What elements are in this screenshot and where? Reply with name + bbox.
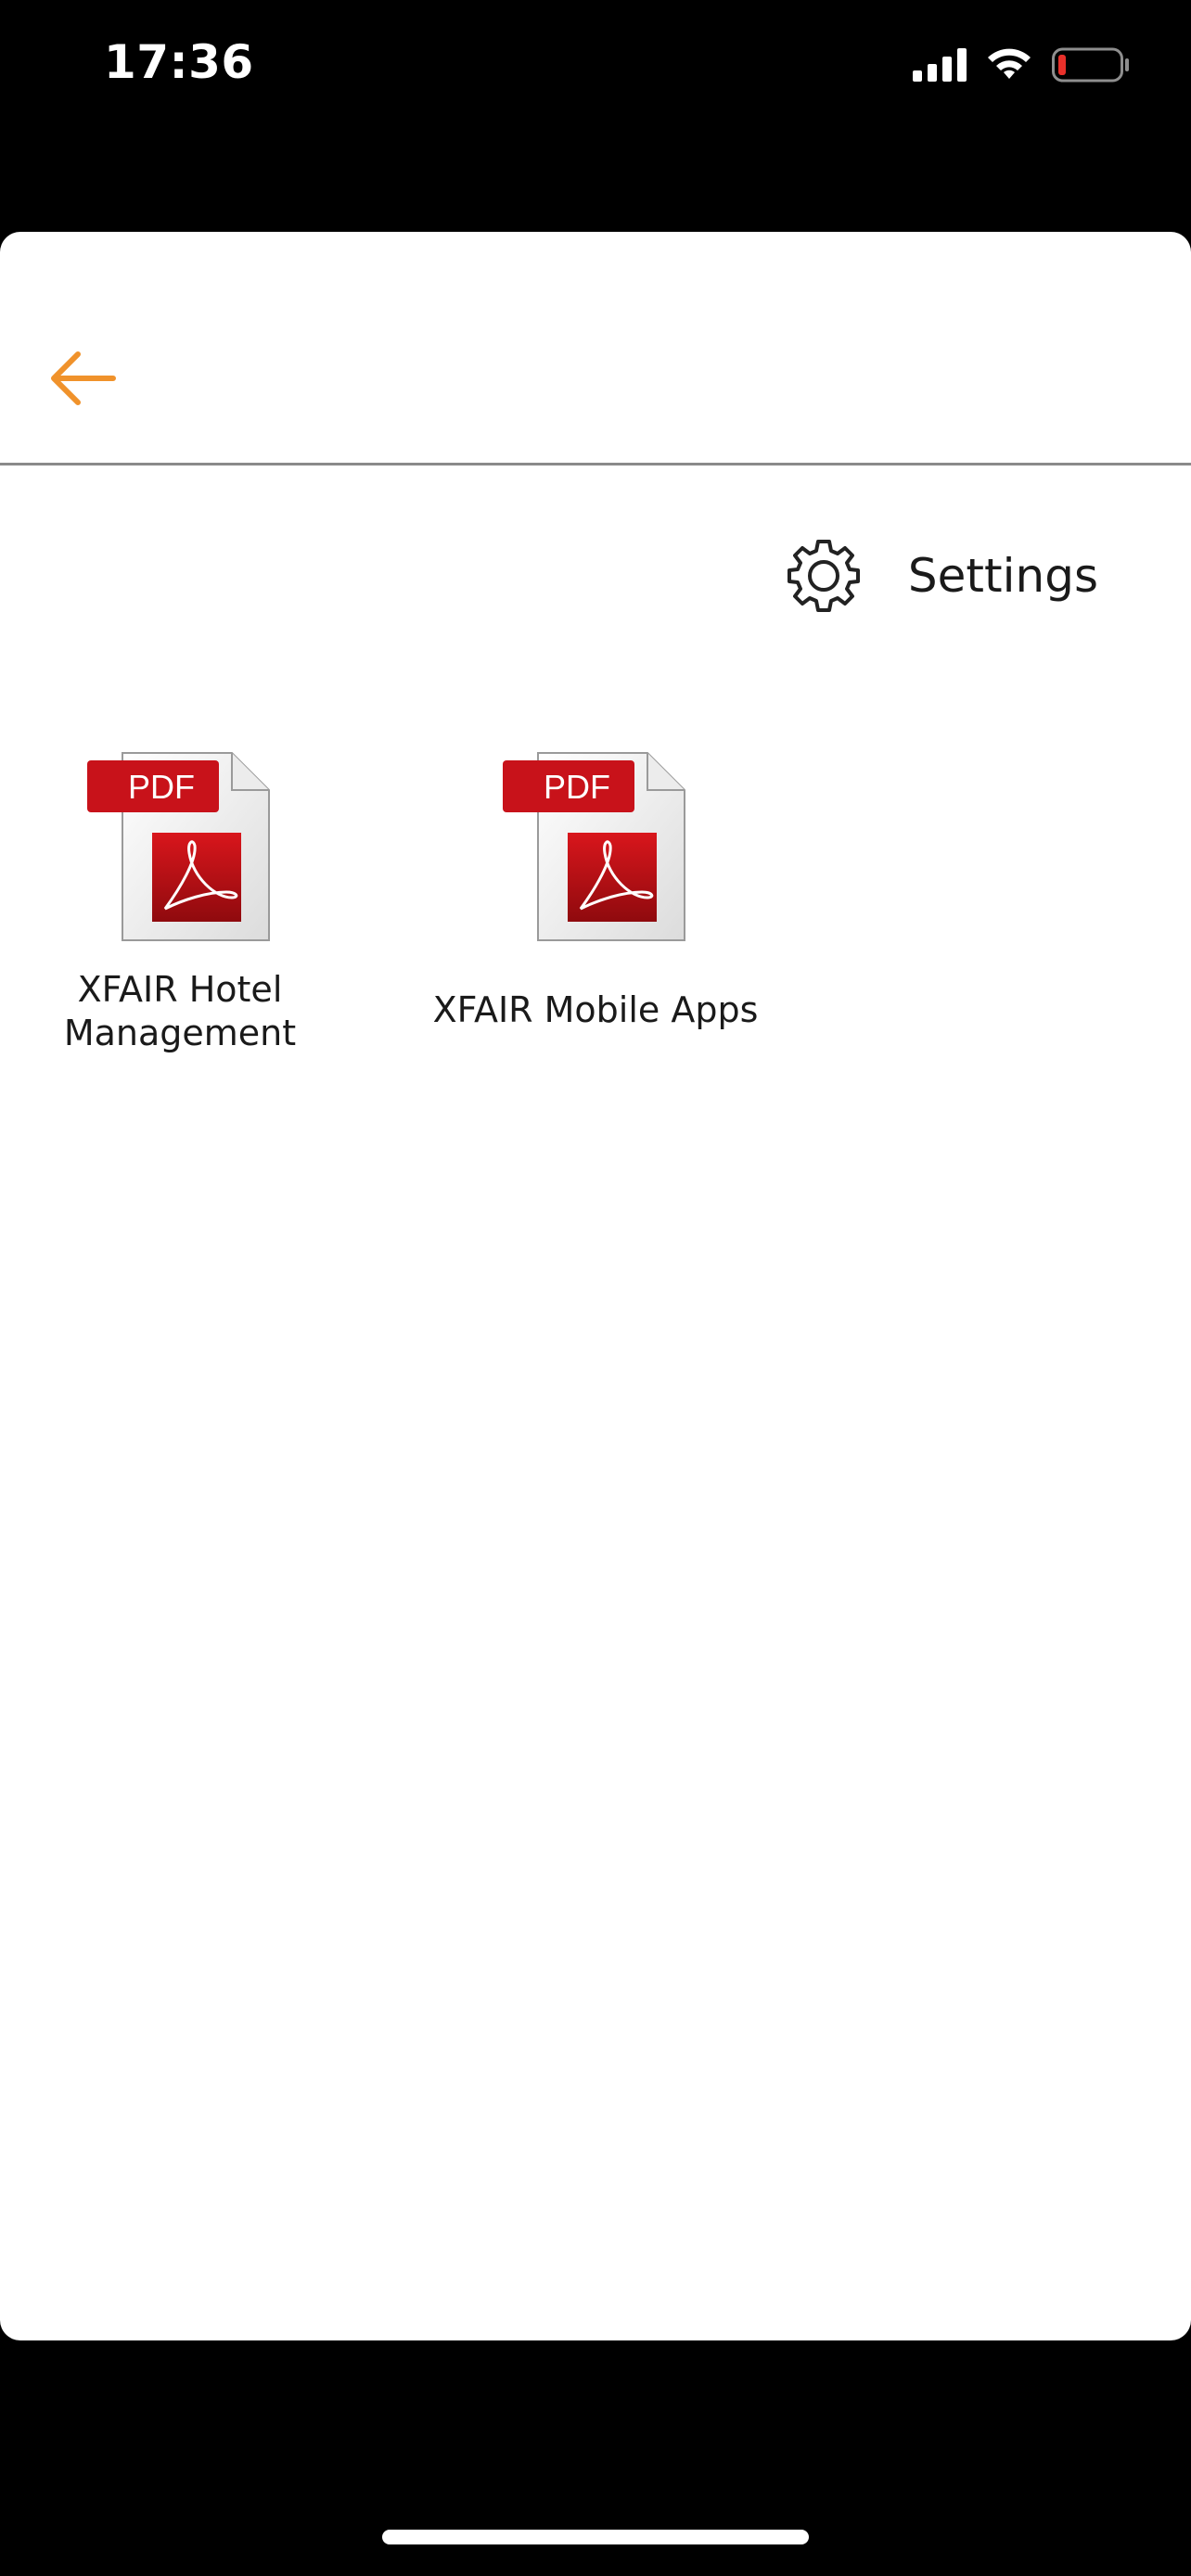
pdf-file-icon: PDF [87, 749, 273, 944]
pdf-file-icon: PDF [503, 749, 688, 944]
battery-low-icon [1052, 47, 1129, 83]
main-sheet: Settings PDF XFAIR Hotel Management PDF … [0, 232, 1191, 2340]
file-name-line-1: XFAIR Hotel [77, 969, 283, 1010]
pdf-badge-label: PDF [128, 768, 195, 806]
wifi-icon [988, 48, 1031, 79]
file-name-line-2: Management [63, 1013, 297, 1053]
status-time: 17:36 [104, 35, 254, 89]
status-bar: 17:36 [0, 0, 1191, 130]
back-button[interactable] [37, 345, 126, 412]
pdf-badge-label: PDF [544, 768, 610, 806]
navigation-bar [0, 232, 1191, 465]
file-name: XFAIR Mobile Apps [432, 989, 759, 1030]
arrow-left-icon [51, 351, 116, 405]
status-icons [913, 43, 1130, 87]
home-indicator[interactable] [382, 2530, 809, 2544]
settings-button[interactable]: Settings [786, 538, 1098, 614]
settings-label: Settings [907, 549, 1098, 603]
file-name: XFAIR Hotel Management [13, 968, 347, 1055]
gear-icon [787, 540, 860, 612]
file-item-hotel-management[interactable]: PDF XFAIR Hotel Management [13, 749, 347, 1055]
file-item-mobile-apps[interactable]: PDF XFAIR Mobile Apps [429, 749, 762, 1032]
cellular-signal-icon [913, 48, 967, 82]
